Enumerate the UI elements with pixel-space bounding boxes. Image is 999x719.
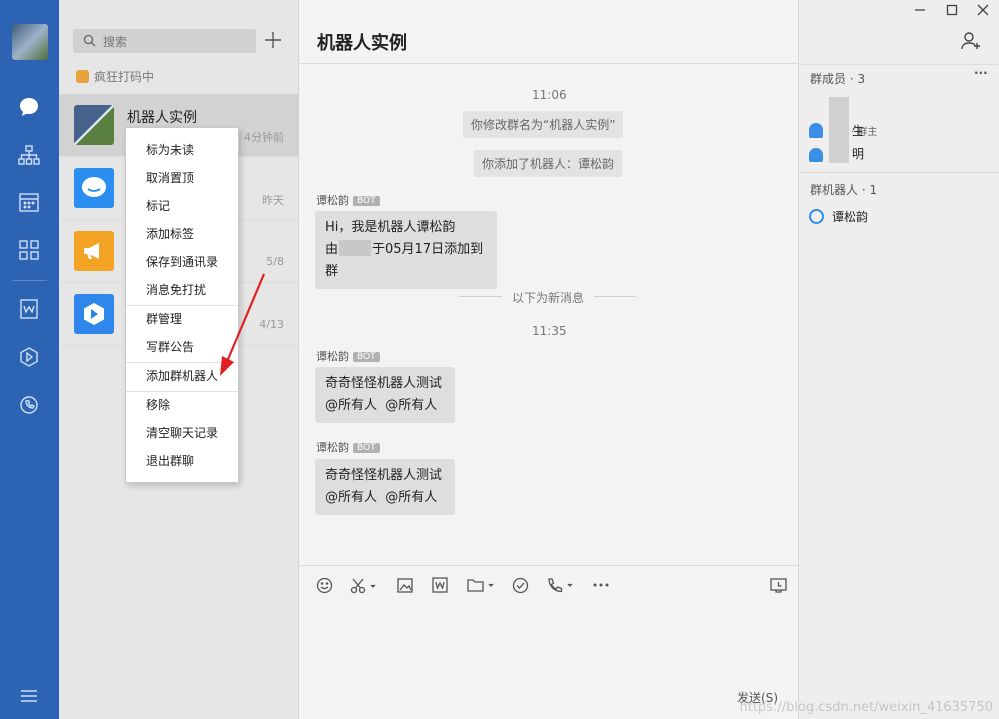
message-text: 奇奇怪怪机器人测试 [325,468,443,483]
robot-icon [809,209,824,224]
menu-icon[interactable] [17,684,41,708]
drive-icon[interactable] [17,345,41,369]
add-member-icon[interactable] [961,31,981,55]
phone-icon[interactable] [546,576,574,594]
member-item[interactable]: 生 [836,122,864,139]
message-sender: 谭松韵 BOT [316,439,380,455]
message-text: 奇奇怪怪机器人测试 [325,376,443,391]
worker-emoji-icon [76,70,89,83]
member-avatar-icon [809,124,823,138]
menu-item-unpin[interactable]: 取消置顶 [126,164,238,192]
image-icon[interactable] [397,576,413,594]
status-text[interactable]: 疯狂打码中 [76,68,154,85]
conversation-time: 昨天 [262,194,284,207]
conversation-time: 5/8 [266,255,284,268]
system-message: 你添加了机器人：谭松韵 [474,150,623,177]
member-item[interactable]: 明 [836,145,864,162]
maximize-icon[interactable] [946,4,958,20]
group-info-panel: 群成员 · 3 ··· · 群主 生 明 群机器人 · 1 谭松韵 [798,0,999,719]
member-name: 生 [852,124,865,138]
minimize-icon[interactable] [914,4,926,20]
divider [799,172,999,173]
search-icon [83,34,96,51]
page-title: 机器人实例 [317,33,407,54]
member-name: 明 [852,147,865,161]
add-icon[interactable] [264,31,282,53]
message-bubble[interactable]: 奇奇怪怪机器人测试 @所有人 @所有人 [315,367,455,423]
timestamp: 11:35 [532,324,567,338]
more-icon[interactable] [593,576,609,594]
bot-badge: BOT [353,443,380,453]
emoji-icon[interactable] [316,576,333,594]
phone-cloud-icon[interactable] [17,393,41,417]
message-bubble[interactable]: Hi，我是机器人谭松韵 由于05月17日添加到群 [315,211,497,289]
chat-bubble-avatar-icon [74,168,114,208]
chat-panel: 机器人实例 11:06 你修改群名为“机器人实例” 你添加了机器人：谭松韵 谭松… [299,0,798,719]
word-doc-icon[interactable] [432,576,448,594]
robot-name: 谭松韵 [832,210,869,224]
megaphone-avatar-icon [74,231,114,271]
bot-badge: BOT [353,196,380,206]
message-text: @所有人 @所有人 [325,398,438,413]
history-icon[interactable] [770,576,787,594]
timestamp: 11:06 [532,88,567,102]
nav-rail [0,0,59,719]
member-avatar-icon [809,148,823,162]
chat-header: 机器人实例 [299,0,798,64]
conversation-time: 4分钟前 [244,131,284,144]
menu-item-mark-unread[interactable]: 标为未读 [126,136,238,164]
more-options-icon[interactable]: ··· [974,66,988,80]
menu-item-add-tag[interactable]: 添加标签 [126,220,238,248]
org-chart-icon[interactable] [17,143,41,167]
menu-item-clear-history[interactable]: 清空聊天记录 [126,419,238,447]
divider [799,64,999,65]
conversation-name: 机器人实例 [127,110,197,126]
search-input[interactable]: 搜索 [73,29,256,53]
message-icon[interactable] [17,95,41,119]
robots-header: 群机器人 · 1 [810,183,878,197]
avatar[interactable] [12,24,48,60]
drive-avatar-icon [74,294,114,334]
menu-item-remove[interactable]: 移除 [126,391,238,419]
close-icon[interactable] [977,4,989,20]
menu-item-mark[interactable]: 标记 [126,192,238,220]
robot-item[interactable]: 谭松韵 [809,208,868,225]
new-message-label: 以下为新消息 [502,289,595,306]
calendar-icon[interactable] [17,190,41,214]
menu-item-quit-group[interactable]: 退出群聊 [126,447,238,475]
group-avatar [74,105,114,145]
system-message: 你修改群名为“机器人实例” [463,111,624,138]
status-label: 疯狂打码中 [94,70,155,84]
input-area[interactable]: 发送(S) [299,565,798,719]
document-icon[interactable] [17,297,41,321]
screenshot-scissors-icon[interactable] [350,576,376,594]
message-text: Hi，我是机器人谭松韵 [325,220,456,235]
message-text: 由于05月17日添加到群 [325,240,484,279]
bot-badge: BOT [353,352,380,362]
message-text: @所有人 @所有人 [325,490,438,505]
search-placeholder: 搜索 [103,35,128,49]
message-bubble[interactable]: 奇奇怪怪机器人测试 @所有人 @所有人 [315,459,455,515]
message-sender: 谭松韵 BOT [316,348,380,364]
watermark: https://blog.csdn.net/weixin_41635750 [739,700,993,715]
annotation-arrow [220,273,266,376]
apps-grid-icon[interactable] [17,238,41,262]
redacted-block [339,240,372,256]
members-header[interactable]: 群成员 · 3 [810,70,865,87]
message-sender: 谭松韵 BOT [316,192,380,208]
check-circle-icon[interactable] [512,576,529,594]
folder-icon[interactable] [467,576,495,594]
